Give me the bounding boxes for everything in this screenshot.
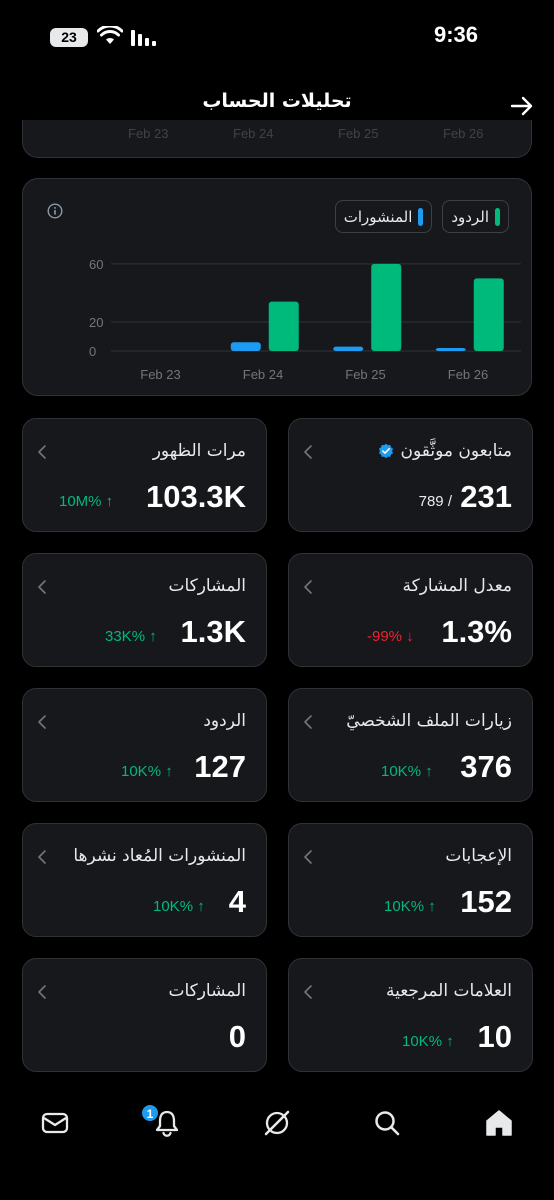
battery-icon: 23	[50, 28, 88, 47]
stat-value: 10	[477, 1019, 512, 1054]
stat-label: العلامات المرجعية	[385, 981, 512, 1001]
legend-item-posts[interactable]: المنشورات	[334, 200, 433, 233]
chevron-left-icon	[304, 715, 312, 729]
stat-label: معدل المشاركة	[402, 576, 512, 596]
remnant-tick: Feb 23	[128, 126, 169, 141]
stat-card-profile-visits[interactable]: زيارات الملف الشخصيّ 376 10K% ↑	[288, 688, 533, 802]
stat-card-replies[interactable]: الردود 127 10K% ↑	[22, 688, 267, 802]
wifi-icon	[97, 26, 123, 44]
stat-delta: 10M% ↑	[59, 493, 114, 510]
remnant-tick: Feb 26	[443, 126, 484, 141]
stat-value: 376	[460, 749, 512, 784]
status-bar: 23 9:36	[0, 0, 554, 76]
bar-replies[interactable]	[371, 263, 402, 351]
stat-value: 231	[460, 479, 512, 514]
grok-icon[interactable]	[262, 1108, 292, 1138]
x-tick-label: Feb 24	[243, 367, 283, 382]
stat-delta: 10K% ↑	[121, 763, 173, 780]
chevron-left-icon	[38, 850, 46, 864]
x-tick-label: Feb 25	[345, 367, 385, 382]
remnant-tick: Feb 25	[338, 126, 379, 141]
notification-badge: 1	[141, 1104, 159, 1122]
stat-card-engagement-rate[interactable]: معدل المشاركة 1.3% -99% ↓	[288, 553, 533, 667]
chevron-left-icon	[304, 580, 312, 594]
stat-delta: -99% ↓	[367, 628, 414, 645]
stat-label: الإعجابات	[445, 846, 512, 866]
x-tick-label: Feb 23	[140, 367, 180, 382]
verified-badge-icon	[379, 443, 394, 459]
chevron-left-icon	[304, 985, 312, 999]
stat-card-impressions[interactable]: مرات الظهور 103.3K 10M% ↑	[22, 418, 267, 532]
bar-posts[interactable]	[230, 342, 261, 351]
stat-value: 0	[228, 1019, 246, 1054]
previous-chart-ticks: Feb 23 Feb 24 Feb 25 Feb 26	[0, 126, 554, 146]
remnant-tick: Feb 24	[233, 126, 274, 141]
stat-label-text: متابعون موثَّقون	[400, 441, 512, 461]
x-tick-label: Feb 26	[448, 367, 488, 382]
stat-value: 103.3K	[146, 479, 246, 514]
stat-delta: 10K% ↑	[402, 1033, 454, 1050]
stat-delta: 33K% ↑	[105, 628, 157, 645]
status-time: 9:36	[433, 22, 478, 47]
stat-label: مرات الظهور	[152, 441, 246, 461]
stat-value: 1.3%	[441, 614, 512, 649]
stat-card-shares[interactable]: المشاركات 0	[22, 958, 267, 1072]
signal-icon	[131, 30, 156, 46]
legend-item-replies[interactable]: الردود	[442, 200, 509, 233]
stat-label: متابعون موثَّقون	[378, 441, 512, 461]
home-indicator-area	[0, 1160, 554, 1200]
legend-swatch-replies	[495, 207, 500, 226]
stat-card-engagements[interactable]: المشاركات 1.3K 33K% ↑	[22, 553, 267, 667]
stat-value: 127	[194, 749, 246, 784]
chart-legend: المنشورات الردود	[334, 200, 509, 233]
page-title: تحليلات الحساب	[202, 90, 352, 112]
stat-value: 1.3K	[180, 614, 246, 649]
chevron-left-icon	[304, 445, 312, 459]
activity-chart-card: 0 20 60 Feb 23 Feb 24 Feb 25 Feb 26 المنشورات …	[22, 178, 532, 396]
stat-label: زيارات الملف الشخصيّ	[346, 711, 512, 731]
stat-delta: 10K% ↑	[381, 763, 433, 780]
stat-label: المشاركات	[168, 981, 246, 1001]
chevron-left-icon	[38, 445, 46, 459]
stat-card-likes[interactable]: الإعجابات 152 10K% ↑	[288, 823, 533, 937]
messages-icon[interactable]	[40, 1108, 70, 1138]
stat-label: المشاركات	[168, 576, 246, 596]
stat-label: الردود	[203, 711, 246, 731]
legend-label-posts: المنشورات	[343, 207, 413, 226]
stat-label: المنشورات المُعاد نشرها	[73, 846, 246, 866]
bottom-nav: 1	[0, 1090, 554, 1160]
legend-swatch-posts	[418, 207, 424, 226]
stat-total: 789 /	[418, 493, 452, 510]
chevron-left-icon	[38, 985, 46, 999]
search-icon[interactable]	[372, 1108, 402, 1138]
bar-replies[interactable]	[473, 278, 504, 351]
chevron-left-icon	[38, 715, 46, 729]
back-arrow-icon[interactable]	[508, 92, 536, 120]
stat-card-verified-followers[interactable]: متابعون موثَّقون 231 789 /	[288, 418, 533, 532]
bar-posts[interactable]	[333, 346, 364, 351]
stat-value: 4	[228, 884, 246, 919]
stat-value: 152	[460, 884, 512, 919]
stat-delta: 10K% ↑	[153, 898, 205, 915]
legend-label-replies: الردود	[451, 207, 489, 226]
bar-replies[interactable]	[268, 301, 299, 351]
y-tick-label: 20	[89, 315, 103, 330]
bar-posts[interactable]	[435, 348, 466, 351]
y-tick-label: 0	[89, 344, 96, 359]
info-icon[interactable]	[47, 203, 63, 219]
stat-delta: 10K% ↑	[384, 898, 436, 915]
y-tick-label: 60	[89, 257, 103, 272]
stat-card-bookmarks[interactable]: العلامات المرجعية 10 10K% ↑	[288, 958, 533, 1072]
chevron-left-icon	[304, 850, 312, 864]
home-icon[interactable]	[484, 1108, 514, 1138]
stat-card-reposts[interactable]: المنشورات المُعاد نشرها 4 10K% ↑	[22, 823, 267, 937]
chevron-left-icon	[38, 580, 46, 594]
